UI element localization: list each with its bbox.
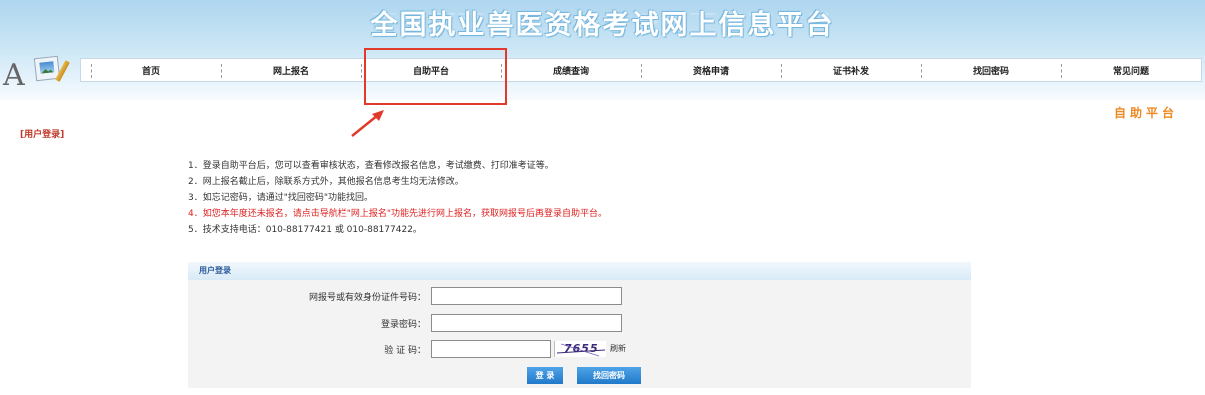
password-input[interactable] [431,314,622,332]
login-panel-heading: 用户登录 [188,262,971,280]
nav-item-score-query[interactable]: 成绩查询 [501,59,641,81]
captcha-input[interactable] [431,340,551,358]
nav-item-home[interactable]: 首页 [81,59,221,81]
captcha-noise-icon [556,343,606,357]
captcha-row: 验 证 码： 7655 刷新 [188,338,971,360]
password-row: 登录密码： [188,312,971,334]
instructions-list: 1．登录自助平台后，您可以查看审核状态，查看修改报名信息，考试缴费、打印准考证等… [188,158,908,238]
nav-item-certificate-reissue[interactable]: 证书补发 [781,59,921,81]
section-label: [用户登录] [20,130,65,140]
nav-item-faq[interactable]: 常见问题 [1061,59,1201,81]
login-button[interactable]: 登 录 [527,367,563,384]
site-header: 全国执业兽医资格考试网上信息平台 全国执业兽医资格考试网上信息平台 A 首页 网… [0,0,1205,100]
nav-item-qualification-apply[interactable]: 资格申请 [641,59,781,81]
instruction-item: 1．登录自助平台后，您可以查看审核状态，查看修改报名信息，考试缴费、打印准考证等… [188,161,554,171]
login-panel: 用户登录 网报号或有效身份证件号码： 登录密码： 验 证 码： 7655 刷新 … [188,262,971,388]
captcha-image[interactable]: 7655 [554,341,606,357]
instruction-item-warning: 4．如您本年度还未报名，请点击导航栏"网上报名"功能先进行网上报名，获取网报号后… [188,209,608,219]
nav-item-online-registration[interactable]: 网上报名 [221,59,361,81]
id-number-input[interactable] [431,287,622,305]
page-title: 自助平台 [1114,106,1179,120]
nav-item-recover-password[interactable]: 找回密码 [921,59,1061,81]
annotation-highlight-box [364,48,507,105]
refresh-captcha-link[interactable]: 刷新 [610,343,626,354]
instruction-item: 3．如忘记密码，请通过"找回密码"功能找回。 [188,193,374,203]
id-label: 网报号或有效身份证件号码： [308,293,426,303]
site-title: 全国执业兽医资格考试网上信息平台 [370,10,835,41]
logo-letter-icon: A [3,58,25,93]
login-actions: 登 录 找回密码 [188,366,971,386]
annotation-arrow-icon [351,110,384,137]
id-row: 网报号或有效身份证件号码： [188,285,971,307]
instruction-item: 5．技术支持电话：010-88177421 或 010-88177422。 [188,225,422,235]
instruction-item: 2．网上报名截止后，除联系方式外，其他报名信息考生均无法修改。 [188,177,464,187]
captcha-label: 验 证 码： [384,346,426,356]
password-label: 登录密码： [380,320,426,330]
main-navigation: 首页 网上报名 自助平台 成绩查询 资格申请 证书补发 找回密码 常见问题 [80,58,1202,82]
recover-password-button[interactable]: 找回密码 [577,367,641,384]
